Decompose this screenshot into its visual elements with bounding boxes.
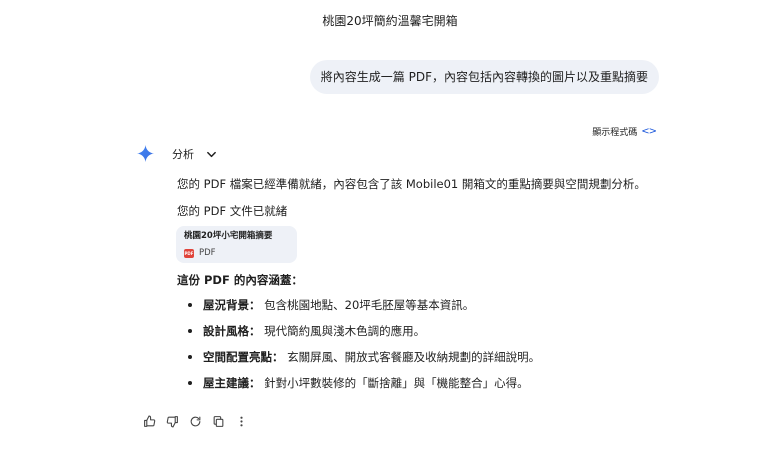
list-item-text: 針對小坪數裝修的「斷捨離」與「機能整合」心得。: [260, 376, 529, 390]
list-item: 空間配置亮點： 玄關屏風、開放式客餐廳及收納規劃的詳細說明。: [188, 349, 540, 375]
file-type: PDF: [199, 248, 216, 258]
show-code-button[interactable]: 顯示程式碼 <>: [592, 125, 657, 138]
list-item: 屋主建議： 針對小坪數裝修的「斷捨離」與「機能整合」心得。: [188, 375, 540, 401]
user-message: 將內容生成一篇 PDF，內容包括內容轉換的圖片以及重點摘要: [309, 60, 659, 94]
response-paragraph: 您的 PDF 文件已就緒: [177, 204, 288, 218]
pdf-file-icon: PDF: [184, 248, 194, 258]
analysis-toggle[interactable]: 分析: [172, 146, 217, 162]
thumbs-down-icon: [166, 415, 178, 427]
list-item-text: 玄關屏風、開放式客餐廳及收納規劃的詳細說明。: [283, 350, 541, 364]
conversation-title: 桃園20坪簡約溫馨宅開箱: [322, 14, 458, 28]
pdf-file-card[interactable]: 桃園20坪小宅開箱摘要 PDF PDF: [176, 226, 297, 263]
list-item: 設計風格： 現代簡約風與淺木色調的應用。: [188, 323, 540, 349]
list-item-label: 屋主建議：: [203, 376, 261, 390]
copy-button[interactable]: [211, 414, 225, 428]
bullet-icon: [188, 355, 192, 359]
bullet-icon: [188, 303, 192, 307]
copy-icon: [213, 415, 223, 427]
chevron-down-icon: [207, 151, 216, 157]
thumbs-up-button[interactable]: [142, 414, 156, 428]
bullet-icon: [188, 381, 192, 385]
show-code-label: 顯示程式碼: [592, 128, 638, 138]
bullet-icon: [188, 329, 192, 333]
analysis-label: 分析: [172, 148, 194, 161]
thumbs-down-button[interactable]: [165, 414, 179, 428]
list-item-text: 現代簡約風與淺木色調的應用。: [260, 324, 426, 338]
content-heading: 這份 PDF 的內容涵蓋：: [177, 273, 303, 287]
redo-icon: [190, 416, 200, 426]
thumbs-up-icon: [143, 415, 155, 427]
more-options-button[interactable]: [234, 414, 248, 428]
regenerate-button[interactable]: [188, 414, 202, 428]
content-list: 屋況背景： 包含桃園地點、20坪毛胚屋等基本資訊。 設計風格： 現代簡約風與淺木…: [188, 297, 540, 401]
more-vert-icon: [239, 416, 243, 426]
file-name: 桃園20坪小宅開箱摘要: [184, 231, 273, 241]
list-item: 屋況背景： 包含桃園地點、20坪毛胚屋等基本資訊。: [188, 297, 540, 323]
response-paragraph: 您的 PDF 檔案已經準備就緒，內容包含了該 Mobile01 開箱文的重點摘要…: [177, 177, 646, 191]
code-icon: <>: [641, 126, 657, 137]
list-item-label: 設計風格：: [203, 324, 261, 338]
gemini-spark-icon: [137, 145, 154, 162]
list-item-label: 屋況背景：: [203, 298, 261, 312]
response-actions: [142, 414, 248, 428]
list-item-text: 包含桃園地點、20坪毛胚屋等基本資訊。: [260, 298, 475, 312]
list-item-label: 空間配置亮點：: [203, 350, 284, 364]
